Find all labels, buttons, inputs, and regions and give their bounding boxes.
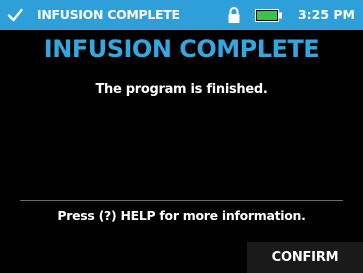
check-icon xyxy=(7,8,23,22)
divider xyxy=(20,200,343,201)
confirm-button[interactable]: CONFIRM xyxy=(247,242,363,273)
lock-icon xyxy=(228,7,240,23)
status-message: The program is finished. xyxy=(95,82,268,97)
status-title: INFUSION COMPLETE xyxy=(37,7,180,22)
battery-icon xyxy=(255,9,282,22)
page-title: INFUSION COMPLETE xyxy=(43,35,320,63)
help-text: Press (?) HELP for more information. xyxy=(57,208,306,223)
infusion-pump-screen: INFUSION COMPLETE 3:25 PM INFUSION COMPL… xyxy=(0,0,363,273)
status-bar: INFUSION COMPLETE 3:25 PM xyxy=(0,0,363,30)
status-time: 3:25 PM xyxy=(297,7,355,22)
